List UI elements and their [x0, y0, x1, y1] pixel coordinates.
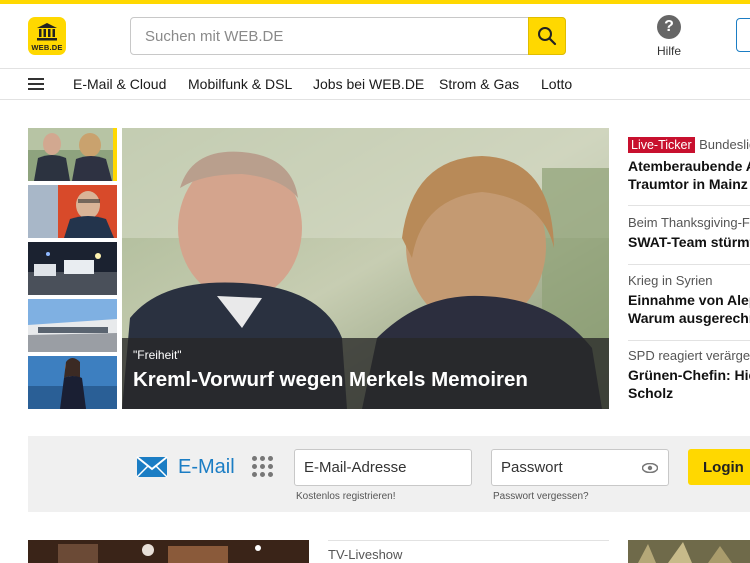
search-icon — [538, 27, 557, 46]
side-news-item[interactable]: SPD reagiert verärger Grünen-Chefin: Hie… — [628, 348, 750, 402]
forgot-password-link[interactable]: Passwort vergessen? — [493, 491, 589, 502]
side-news-title: Grünen-Chefin: Hie Scholz — [628, 367, 750, 401]
account-button[interactable] — [736, 18, 750, 52]
side-news-list: Live-Ticker Bundesliga Atemberaubende A … — [628, 128, 750, 410]
hero-title[interactable]: Kreml-Vorwurf wegen Merkels Memoiren — [133, 368, 528, 392]
envelope-icon[interactable] — [136, 456, 168, 478]
live-badge: Live-Ticker — [628, 137, 695, 153]
password-field-wrap — [491, 449, 669, 486]
side-news-item[interactable]: Krieg in Syrien Einnahme von Alep Warum … — [628, 273, 750, 327]
side-news-item[interactable]: Live-Ticker Bundesliga Atemberaubende A … — [628, 136, 750, 193]
hero-thumbnail[interactable] — [28, 356, 117, 409]
hero-thumbnail[interactable] — [28, 128, 117, 181]
hero-caption: "Freiheit" Kreml-Vorwurf wegen Merkels M… — [122, 338, 609, 409]
login-button[interactable]: Login — [688, 449, 750, 485]
help-icon: ? — [657, 15, 681, 39]
webde-logo[interactable]: WEB.DE — [28, 17, 66, 55]
temple-logo-icon — [37, 23, 57, 41]
search-box — [130, 17, 566, 55]
teaser-kicker[interactable]: TV-Liveshow — [328, 547, 402, 562]
search-button[interactable] — [528, 17, 566, 55]
side-news-title: Atemberaubende A Traumtor in Mainz — [628, 158, 750, 192]
nav-item-strom-gas[interactable]: Strom & Gas — [439, 76, 519, 92]
nav-item-jobs[interactable]: Jobs bei WEB.DE — [313, 76, 424, 92]
side-news-kicker: Live-Ticker Bundesliga — [628, 136, 750, 154]
help-label: Hilfe — [656, 44, 681, 58]
register-link[interactable]: Kostenlos registrieren! — [296, 491, 396, 502]
side-news-kicker: Krieg in Syrien — [628, 273, 713, 288]
teaser-image[interactable] — [28, 540, 309, 563]
header: WEB.DE ? Hilfe — [0, 4, 750, 68]
apps-grid-icon[interactable] — [252, 456, 274, 478]
hero-teaser[interactable]: "Freiheit" Kreml-Vorwurf wegen Merkels M… — [122, 128, 609, 409]
eye-icon[interactable] — [642, 463, 658, 473]
email-field-wrap — [294, 449, 472, 486]
divider — [328, 540, 609, 541]
help-button[interactable]: ? Hilfe — [652, 15, 686, 58]
hero-thumbnail[interactable] — [28, 185, 117, 238]
side-news-item[interactable]: Beim Thanksgiving-Fe SWAT-Team stürmt — [628, 215, 750, 251]
logo-text: WEB.DE — [31, 43, 63, 52]
search-input[interactable] — [131, 18, 529, 54]
email-login-bar: E-Mail Kostenlos registrieren! Passwort … — [28, 436, 750, 512]
nav-item-lotto[interactable]: Lotto — [541, 76, 572, 92]
email-field[interactable] — [295, 450, 471, 485]
side-news-kicker: Beim Thanksgiving-Fe — [628, 215, 750, 230]
menu-icon[interactable] — [28, 78, 44, 91]
side-news-kicker: SPD reagiert verärger — [628, 348, 750, 363]
email-label[interactable]: E-Mail — [178, 456, 235, 479]
hero-kicker: "Freiheit" — [133, 348, 182, 362]
side-news-title: Einnahme von Alep Warum ausgerechn — [628, 292, 750, 326]
main-nav: E-Mail & Cloud Mobilfunk & DSL Jobs bei … — [0, 68, 750, 100]
hero-thumbnail[interactable] — [28, 242, 117, 295]
nav-item-mobilfunk-dsl[interactable]: Mobilfunk & DSL — [188, 76, 292, 92]
hero-thumbnail[interactable] — [28, 299, 117, 352]
nav-item-email-cloud[interactable]: E-Mail & Cloud — [73, 76, 166, 92]
side-news-title: SWAT-Team stürmt — [628, 234, 750, 250]
teaser-image[interactable] — [628, 540, 750, 563]
